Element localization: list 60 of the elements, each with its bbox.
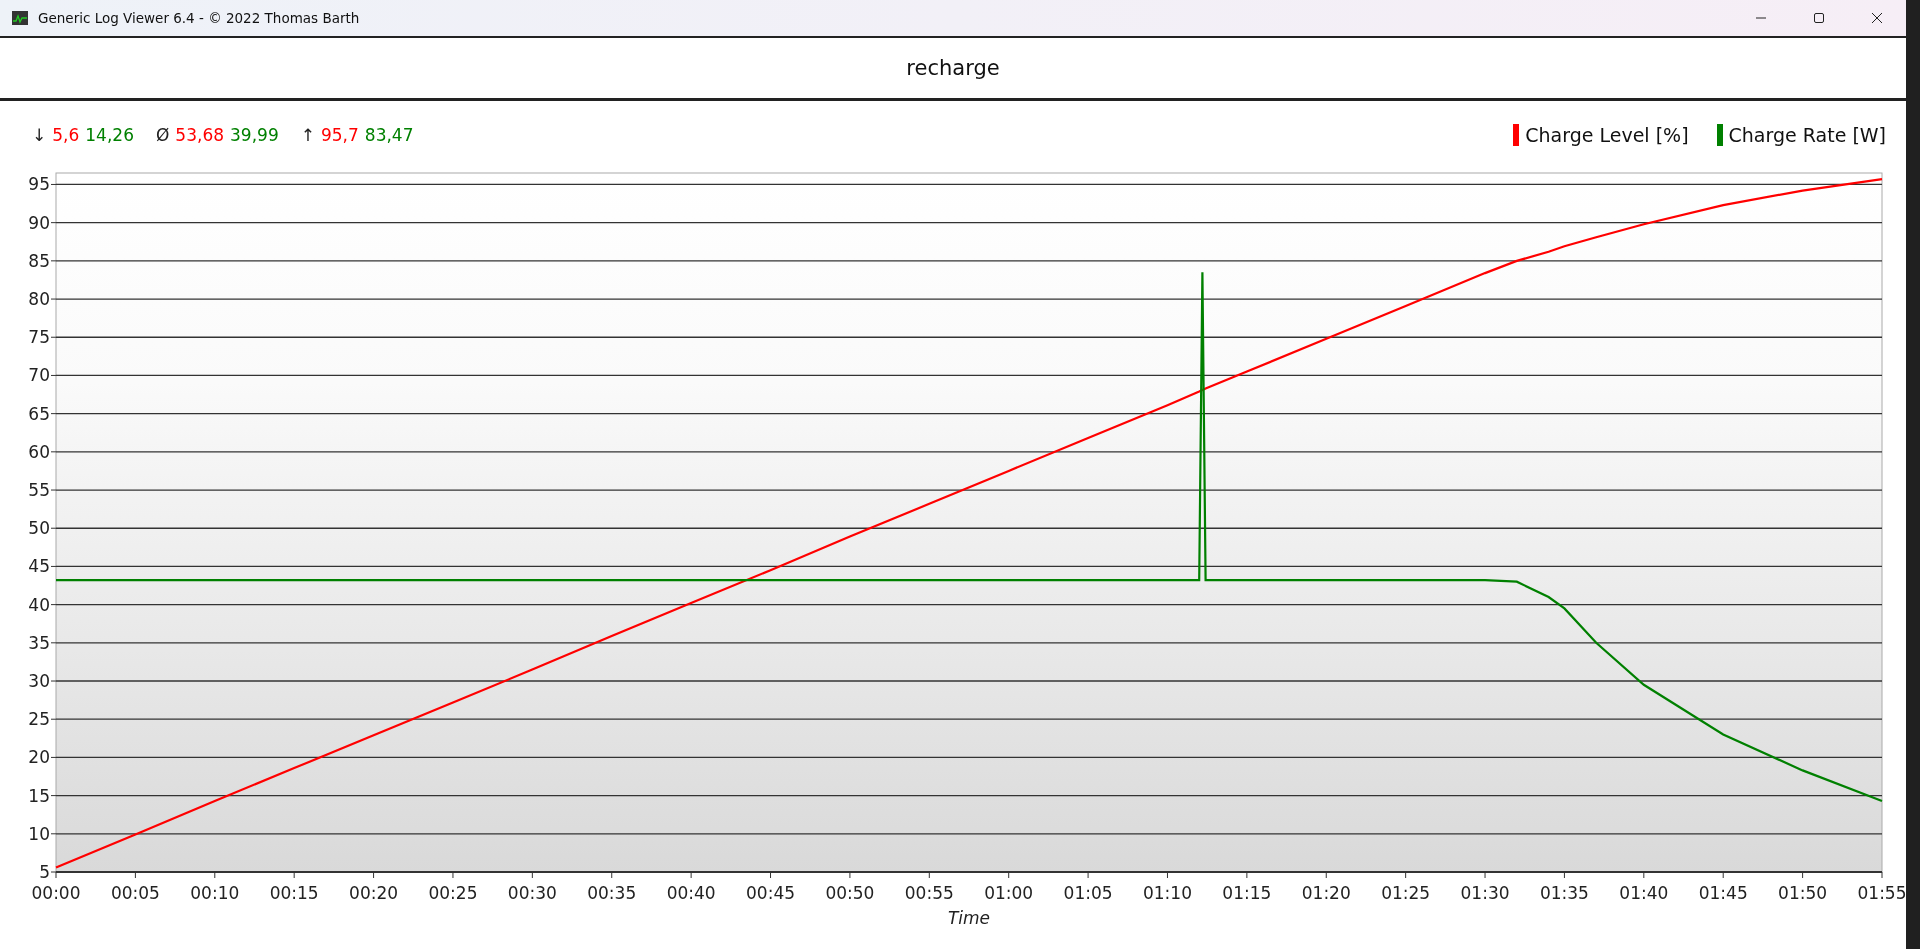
x-tick-label: 01:55 <box>1857 883 1907 903</box>
stat-value: 83,47 <box>364 125 414 145</box>
x-tick-label: 00:25 <box>428 883 478 903</box>
y-tick-label: 35 <box>28 632 50 653</box>
y-tick-label: 60 <box>28 441 50 462</box>
stat-value: 39,99 <box>230 125 279 145</box>
x-tick-label: 00:15 <box>269 883 319 903</box>
y-tick-label: 55 <box>28 480 50 501</box>
x-tick-label: 01:40 <box>1619 883 1669 903</box>
y-tick-label: 40 <box>28 594 50 615</box>
stat-value: 14,26 <box>85 125 134 145</box>
x-tick-label: 00:35 <box>587 883 637 903</box>
legend-label: Charge Rate [W] <box>1728 124 1886 146</box>
x-tick-label: 01:20 <box>1301 883 1351 903</box>
y-tick-label: 45 <box>28 556 50 577</box>
stat-symbol: Ø <box>155 125 170 145</box>
legend-label: Charge Level [%] <box>1525 124 1689 146</box>
x-tick-label: 00:55 <box>904 883 954 903</box>
y-tick-label: 30 <box>28 671 50 691</box>
y-tick-label: 5 <box>39 862 50 882</box>
y-tick-label: 95 <box>28 174 50 195</box>
y-tick-label: 50 <box>28 518 50 539</box>
x-tick-label: 00:50 <box>825 883 875 903</box>
x-tick-label: 00:40 <box>666 883 716 903</box>
y-tick-label: 90 <box>28 212 50 233</box>
x-tick-label: 01:10 <box>1143 883 1192 903</box>
y-tick-label: 15 <box>28 785 50 806</box>
x-tick-label: 00:30 <box>507 883 557 903</box>
y-tick-label: 70 <box>28 365 50 386</box>
stat-symbol: ↓ <box>32 125 47 145</box>
app-icon <box>12 11 28 25</box>
y-tick-label: 25 <box>28 709 50 730</box>
y-tick-label: 80 <box>28 289 50 310</box>
x-tick-label: 00:45 <box>746 883 795 903</box>
y-tick-label: 85 <box>28 250 50 271</box>
x-tick-label: 00:20 <box>349 883 399 903</box>
chart-title: recharge <box>906 56 1000 80</box>
stat-value: 5,6 <box>52 125 80 145</box>
x-tick-label: 01:45 <box>1698 883 1748 903</box>
x-tick-label: 01:05 <box>1063 883 1113 903</box>
x-tick-label: 01:30 <box>1460 883 1510 903</box>
x-tick-label: 01:50 <box>1778 883 1828 903</box>
maximize-icon <box>1813 12 1825 24</box>
window-title: Generic Log Viewer 6.4 - © 2022 Thomas Barth <box>38 10 360 26</box>
x-tick-label: 00:10 <box>190 883 240 903</box>
stat-value: 53,68 <box>175 125 225 145</box>
x-tick-label: 00:05 <box>110 883 160 903</box>
x-tick-label: 01:25 <box>1381 883 1431 903</box>
x-tick-label: 01:00 <box>984 883 1034 903</box>
y-tick-label: 20 <box>28 747 50 768</box>
y-tick-label: 10 <box>28 823 50 844</box>
stat-value: 95,7 <box>320 125 359 145</box>
stat-symbol: ↑ <box>300 125 315 145</box>
x-tick-label: 00:00 <box>31 883 81 903</box>
close-icon <box>1871 12 1883 24</box>
y-tick-label: 75 <box>28 327 50 348</box>
x-tick-label: 01:15 <box>1222 883 1272 903</box>
x-tick-label: 01:35 <box>1539 883 1589 903</box>
y-tick-label: 65 <box>28 403 50 424</box>
x-axis-label: Time <box>947 908 991 928</box>
